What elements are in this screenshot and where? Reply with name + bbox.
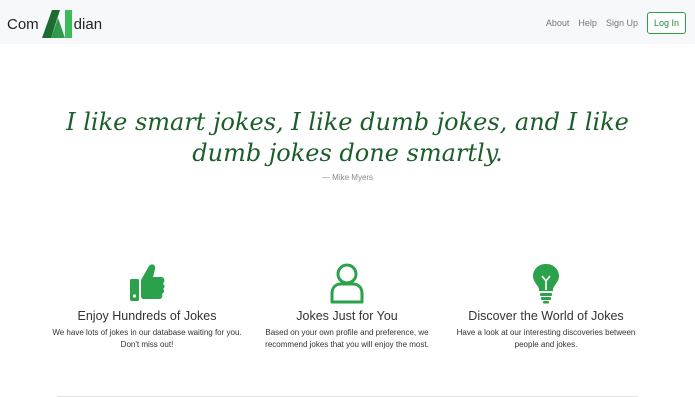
nav-help-link[interactable]: Help <box>578 18 597 28</box>
feature-description: Based on your own profile and preference… <box>265 328 429 349</box>
lightbulb-icon <box>446 262 646 304</box>
feature-title: Discover the World of Jokes <box>468 309 624 323</box>
feature-description: Have a look at our interesting discoveri… <box>456 328 636 349</box>
feature-title: Enjoy Hundreds of Jokes <box>77 309 217 323</box>
navbar: Com dian About Help Sign Up Log In <box>0 0 695 44</box>
nav-signup-link[interactable]: Sign Up <box>606 18 638 28</box>
thumbs-up-icon <box>47 262 247 304</box>
quote-author: — Mike Myers <box>321 173 374 182</box>
brand-suffix: dian <box>73 16 103 33</box>
feature-description: We have lots of jokes in our database wa… <box>52 328 242 349</box>
brand-logo[interactable]: Com dian <box>7 6 102 38</box>
hero-quote: I like smart jokes, I like dumb jokes, a… <box>66 108 629 167</box>
brand-prefix: Com <box>7 16 39 33</box>
feature-title: Jokes Just for You <box>296 309 398 323</box>
user-icon <box>247 262 447 304</box>
feature-hundreds-of-jokes: Enjoy Hundreds of Jokes We have lots of … <box>47 262 247 351</box>
feature-discover-world: Discover the World of Jokes Have a look … <box>446 262 646 351</box>
feature-jokes-for-you: Jokes Just for You Based on your own pro… <box>247 262 447 351</box>
ai-logo-icon <box>41 10 72 38</box>
nav-links: About Help Sign Up Log In <box>546 11 686 34</box>
nav-about-link[interactable]: About <box>546 18 570 28</box>
login-button[interactable]: Log In <box>646 11 686 34</box>
